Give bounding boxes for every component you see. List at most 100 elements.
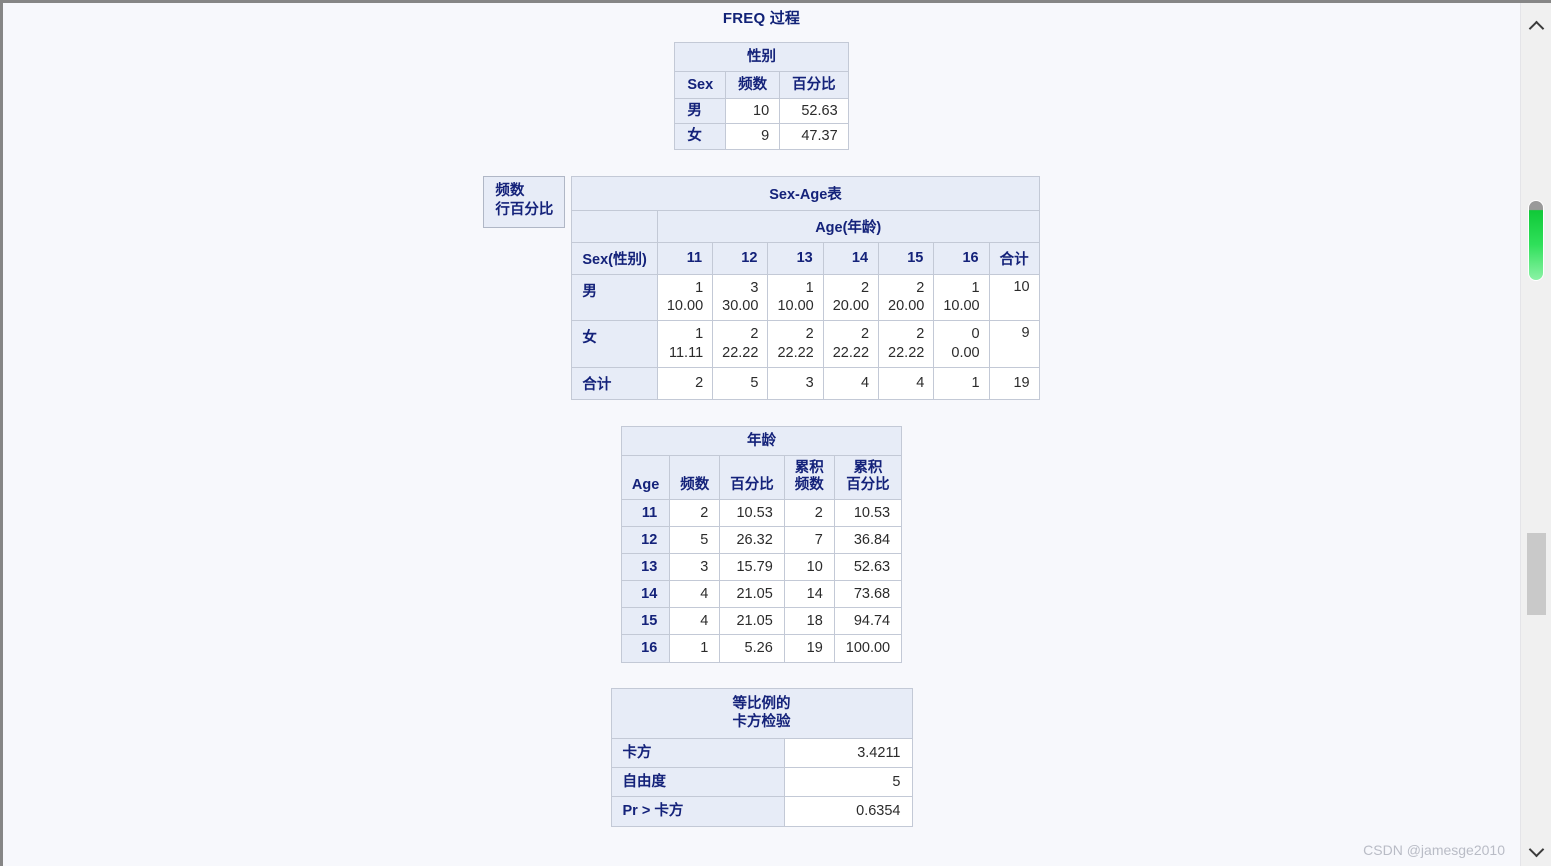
- age-row-label-16: 16: [620, 634, 671, 663]
- crosstab-footer-label: 合计: [571, 366, 658, 400]
- col-header-percent: 百分比: [719, 455, 785, 500]
- cell-rowpct: 22.22: [722, 345, 759, 362]
- crosstab-cell-female-16: 0 0.00: [933, 320, 990, 368]
- crosstab-cell-male-14: 2 20.00: [822, 273, 880, 322]
- table-title-row: 等比例的 卡方检验: [610, 687, 913, 740]
- chisq-value-pvalue: 0.6354: [783, 796, 913, 827]
- sex-age-crosstab-table: Sex-Age表 Age(年龄) Sex(性别) 11 12 13 14 15 …: [571, 175, 1040, 400]
- table-row: 11 2 10.53 2 10.53: [620, 498, 903, 527]
- chisq-value-df: 5: [783, 767, 913, 798]
- age-cell-cum-freq-14: 14: [783, 580, 835, 609]
- crosstab-stub-blank: [571, 209, 658, 243]
- crosstab-row-label-male: 男: [571, 273, 658, 322]
- chisq-title-line1: 等比例的: [732, 695, 791, 712]
- table-row: 15 4 21.05 18 94.74: [620, 607, 903, 636]
- age-cell-cum-percent-12: 36.84: [833, 525, 903, 555]
- table-row: 卡方 3.4211: [610, 738, 913, 769]
- cell-rowpct: 0.00: [951, 345, 980, 362]
- age-frequency-table-wrap: 年龄 Age 频数 百分比 累积 频数 累积 百分比 11 2 10.53 2 …: [3, 400, 1520, 663]
- cell-freq: 2: [750, 326, 759, 343]
- row-label-male: 男: [674, 98, 727, 125]
- crosstab-footer-11: 2: [656, 366, 714, 400]
- col-header-freq-line1: 频数: [680, 477, 710, 494]
- chisq-title-line2: 卡方检验: [732, 714, 791, 731]
- document-scroll-area[interactable]: FREQ 过程 性别 Sex 频数 百分比 男 10 52.63 女 9 47.…: [3, 3, 1520, 866]
- age-row-label-15: 15: [620, 607, 671, 636]
- age-cell-freq-16: 1: [669, 634, 721, 663]
- age-cell-cum-percent-13: 52.63: [833, 553, 903, 582]
- document-window: FREQ 过程 性别 Sex 频数 百分比 男 10 52.63 女 9 47.…: [0, 0, 1551, 866]
- cell-rowpct: 11.11: [669, 345, 704, 362]
- crosstab-legend: 频数 行百分比: [483, 175, 566, 228]
- crosstab-cell-male-total: 10: [988, 273, 1040, 322]
- age-row-label-14: 14: [620, 580, 671, 609]
- col-header-cum-percent-line1: 累积: [853, 460, 883, 476]
- crosstab-cell-female-12: 2 22.22: [712, 320, 769, 368]
- crosstab-cell-male-15: 2 20.00: [878, 273, 935, 322]
- table-row: 12 5 26.32 7 36.84: [620, 525, 903, 555]
- cell-freq: 2: [860, 279, 870, 296]
- cell-freq: 2: [860, 326, 870, 343]
- crosstab-row-label-female: 女: [571, 320, 658, 368]
- crosstab-cell-male-13: 1 10.00: [767, 273, 824, 322]
- col-header-cum-percent-line2: 百分比: [846, 477, 890, 494]
- col-header-sex: Sex: [674, 71, 727, 100]
- age-cell-percent-13: 15.79: [719, 553, 785, 582]
- cell-freq: 2: [916, 326, 925, 343]
- crosstab-col-header-12: 12: [712, 241, 769, 275]
- col-header-percent-line1: 百分比: [730, 477, 774, 494]
- vertical-scrollbar[interactable]: [1520, 3, 1551, 866]
- crosstab-footer-13: 3: [767, 366, 824, 400]
- age-cell-cum-percent-11: 10.53: [833, 498, 903, 527]
- cell-rowpct: 20.00: [888, 298, 925, 315]
- col-header-age: Age: [620, 455, 671, 500]
- crosstab-col-header-15: 15: [878, 241, 935, 275]
- scroll-down-button[interactable]: [1521, 835, 1551, 865]
- table-row: 女 1 11.11 2 22.22 2 22.22 2 22.22 2 22.2…: [571, 320, 1040, 368]
- table-row: 16 1 5.26 19 100.00: [620, 634, 903, 663]
- cell-rowpct: 22.22: [888, 345, 925, 362]
- cell-rowpct: 20.00: [832, 298, 870, 315]
- crosstab-footer-15: 4: [878, 366, 935, 400]
- scrollbar-thumb[interactable]: [1527, 533, 1546, 615]
- col-header-cum-freq-line1: 累积: [794, 460, 824, 476]
- age-cell-cum-freq-13: 10: [783, 553, 835, 582]
- age-cell-cum-percent-15: 94.74: [833, 607, 903, 636]
- cell-rowpct: 10.00: [666, 298, 704, 315]
- cell-rowpct: 10.00: [777, 298, 814, 315]
- cell-rowpct: 22.22: [777, 345, 814, 362]
- row-label-female: 女: [674, 123, 727, 150]
- crosstab-stub-header: Sex(性别): [571, 241, 658, 275]
- chisq-table-wrap: 等比例的 卡方检验 卡方 3.4211 自由度 5 Pr > 卡方 0.6354: [3, 663, 1520, 827]
- crosstab-footer-total: 19: [988, 366, 1040, 400]
- crosstab-cell-female-11: 1 11.11: [656, 320, 714, 368]
- legend-line-rowpct: 行百分比: [495, 202, 554, 219]
- age-cell-cum-percent-16: 100.00: [833, 634, 903, 663]
- table-row: 14 4 21.05 14 73.68: [620, 580, 903, 609]
- sex-frequency-table-wrap: 性别 Sex 频数 百分比 男 10 52.63 女 9 47.37: [3, 28, 1520, 150]
- cell-rowpct: 30.00: [722, 298, 759, 315]
- scroll-position-marker: [1529, 201, 1543, 280]
- page-title: FREQ 过程: [722, 10, 801, 27]
- cell-freq: 2: [916, 279, 925, 296]
- crosstab-col-header-14: 14: [822, 241, 880, 275]
- crosstab-col-header-13: 13: [767, 241, 824, 275]
- age-cell-percent-11: 10.53: [719, 498, 785, 527]
- col-header-cum-percent: 累积 百分比: [833, 455, 903, 500]
- chisq-value-statistic: 3.4211: [783, 738, 913, 769]
- crosstab-cell-female-14: 2 22.22: [822, 320, 880, 368]
- age-cell-freq-15: 4: [669, 607, 721, 636]
- table-header-row: Age 频数 百分比 累积 频数 累积 百分比: [620, 455, 903, 500]
- scroll-up-button[interactable]: [1521, 11, 1551, 41]
- cell-rowpct: 10.00: [943, 298, 980, 315]
- sex-table-title: 性别: [674, 41, 849, 73]
- crosstab-footer-12: 5: [712, 366, 769, 400]
- table-row: Pr > 卡方 0.6354: [610, 796, 913, 827]
- age-cell-freq-12: 5: [669, 525, 721, 555]
- crosstab-header-row: Sex(性别) 11 12 13 14 15 16 合计: [571, 241, 1040, 275]
- crosstab-footer-row: 合计 2 5 3 4 4 1 19: [571, 366, 1040, 400]
- chisq-row-label-statistic: 卡方: [610, 738, 785, 769]
- legend-line-freq: 频数: [495, 182, 525, 199]
- cell-freq: 1: [695, 326, 704, 343]
- crosstab-group-row: Age(年龄): [571, 209, 1040, 243]
